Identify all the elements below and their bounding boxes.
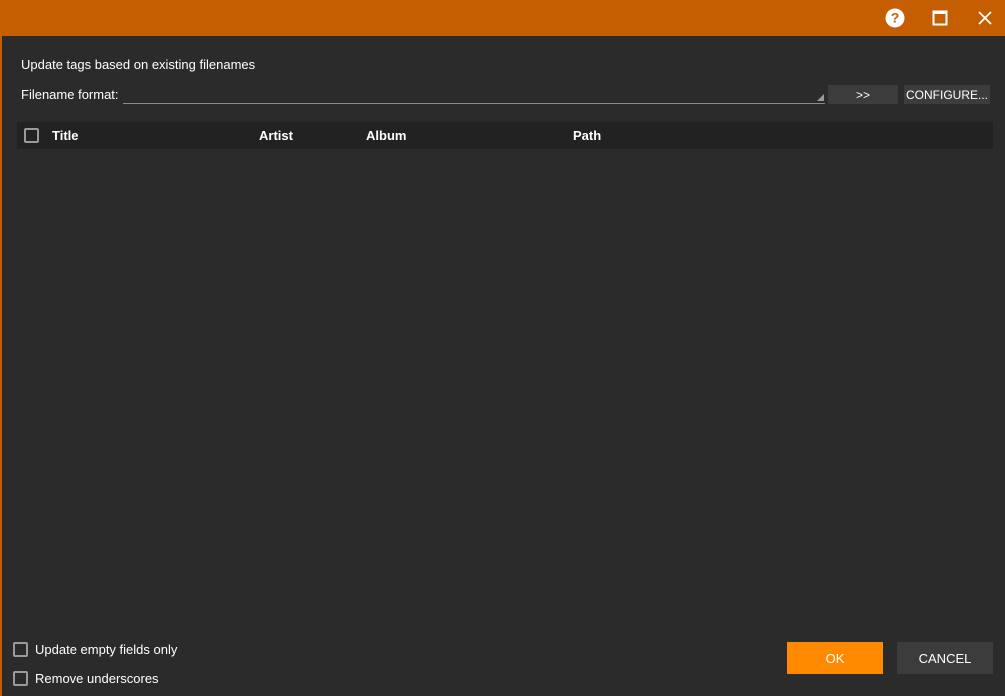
ok-button[interactable]: OK: [787, 642, 883, 674]
file-list[interactable]: [17, 149, 993, 629]
close-icon[interactable]: [965, 0, 1005, 36]
filename-format-combobox[interactable]: [123, 84, 825, 104]
cancel-button[interactable]: CANCEL: [897, 642, 993, 674]
maximize-icon[interactable]: [920, 0, 960, 36]
filename-format-label: Filename format:: [21, 87, 119, 102]
column-header-path[interactable]: Path: [573, 128, 601, 143]
configure-button[interactable]: CONFIGURE...: [904, 85, 990, 104]
remove-underscores-option[interactable]: Remove underscores: [13, 671, 159, 686]
update-empty-fields-checkbox[interactable]: [13, 642, 28, 657]
filename-format-input[interactable]: [123, 84, 825, 103]
remove-underscores-label: Remove underscores: [35, 671, 159, 686]
dropdown-corner-icon[interactable]: [817, 94, 824, 101]
update-empty-fields-label: Update empty fields only: [35, 642, 178, 657]
column-header-artist[interactable]: Artist: [259, 128, 293, 143]
column-header-album[interactable]: Album: [366, 128, 406, 143]
column-header-title[interactable]: Title: [52, 128, 79, 143]
select-all-checkbox[interactable]: [24, 128, 39, 143]
remove-underscores-checkbox[interactable]: [13, 671, 28, 686]
table-header: Title Artist Album Path: [17, 122, 993, 149]
title-bar: ?: [0, 0, 1005, 36]
window-edge: [0, 36, 2, 696]
apply-format-button[interactable]: >>: [828, 85, 898, 104]
dialog-description: Update tags based on existing filenames: [21, 57, 256, 72]
help-icon[interactable]: ?: [875, 0, 915, 36]
update-empty-fields-option[interactable]: Update empty fields only: [13, 642, 177, 657]
svg-text:?: ?: [891, 10, 900, 26]
